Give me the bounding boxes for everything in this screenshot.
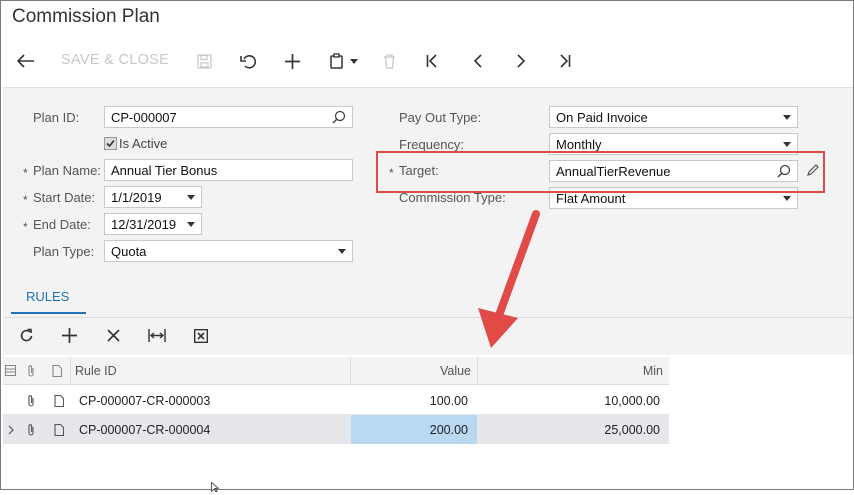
- annotation-arrow-icon: [478, 210, 540, 348]
